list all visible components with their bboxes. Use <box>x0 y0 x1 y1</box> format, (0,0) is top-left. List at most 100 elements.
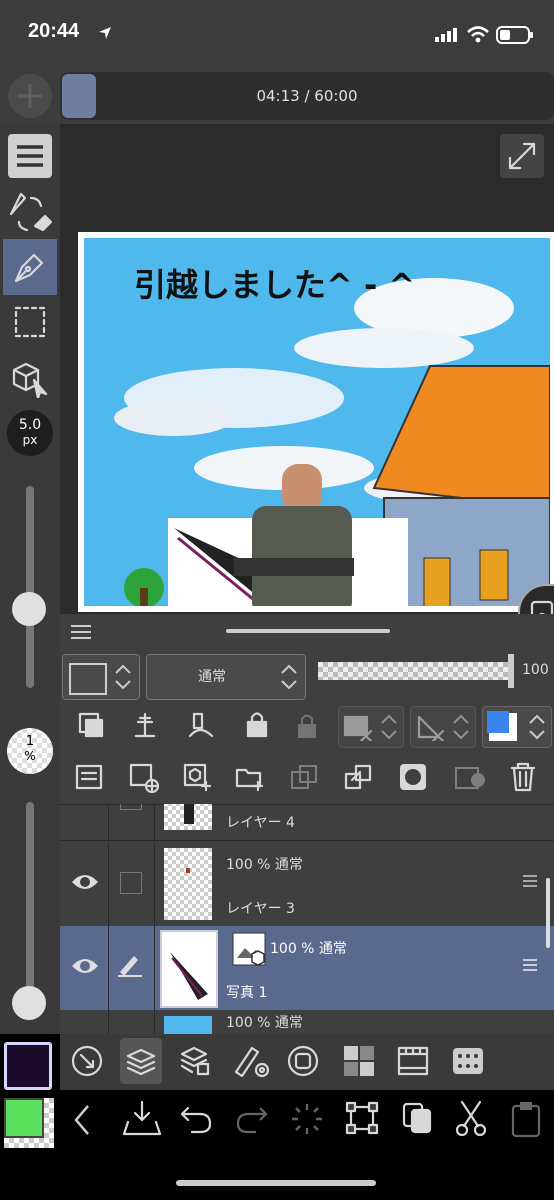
layer-row[interactable]: 100 % 通常 <box>60 1010 554 1034</box>
menu-button[interactable] <box>8 134 52 178</box>
plus-icon <box>18 84 42 108</box>
fullscreen-button[interactable] <box>500 134 544 178</box>
brush-size-value: 5.0 <box>18 417 42 433</box>
pen-eraser-swap-icon <box>9 192 53 232</box>
layer-opacity-slider[interactable] <box>318 662 508 680</box>
undo-icon[interactable] <box>178 1102 214 1136</box>
new-3d-layer-icon[interactable] <box>182 762 214 794</box>
layer-opacity-value: 100 <box>522 662 549 678</box>
transfer-down-icon[interactable] <box>288 762 320 794</box>
color-circle-icon[interactable] <box>286 1044 320 1078</box>
clip-layer-icon[interactable] <box>76 710 106 740</box>
brush-size-slider-thumb[interactable] <box>12 592 46 626</box>
eye-icon[interactable] <box>70 954 100 978</box>
copy-icon[interactable] <box>400 1100 434 1136</box>
pen-tool-button[interactable] <box>3 239 57 295</box>
opacity-unit: % <box>24 749 36 763</box>
expression-color-select[interactable] <box>62 654 140 700</box>
layer-scrollbar[interactable] <box>546 878 550 948</box>
ruler-stepper-icon <box>453 714 469 740</box>
mask-select[interactable] <box>338 706 404 748</box>
layer-panel: 通常 100 レイヤー 4 100 % 通常 レイヤー 3 100 % 通常 写… <box>60 614 554 1034</box>
lock-transparent-icon[interactable] <box>292 710 322 740</box>
draft-layer-icon[interactable] <box>186 710 216 740</box>
brush-size-indicator[interactable]: 5.0 px <box>7 410 53 456</box>
layer-row[interactable]: レイヤー 4 <box>60 804 554 841</box>
eye-icon[interactable] <box>70 870 100 894</box>
layer-name: レイヤー 4 <box>226 815 295 831</box>
pen-edit-icon[interactable] <box>116 950 144 978</box>
wifi-icon <box>467 26 489 43</box>
edit-target-checkbox[interactable] <box>120 872 142 894</box>
battery-icon <box>496 26 533 44</box>
switch-pen-eraser-button[interactable] <box>5 186 55 236</box>
cut-icon[interactable] <box>454 1100 488 1136</box>
paste-icon[interactable] <box>510 1100 542 1138</box>
mask-outside-icon[interactable] <box>454 762 488 794</box>
tool-property-icon[interactable] <box>232 1042 272 1080</box>
3d-operation-button[interactable] <box>8 356 52 400</box>
layer-property-icon[interactable] <box>74 762 104 792</box>
layer-attribute-row <box>60 702 554 748</box>
ruler-icon <box>417 715 445 741</box>
navigator-icon[interactable] <box>70 1044 104 1078</box>
panel-drag-handle[interactable] <box>226 629 390 633</box>
status-bar: 20:44 <box>0 0 554 70</box>
artwork-image[interactable]: 引越しました^ - ^ <box>78 232 554 612</box>
reference-layer-icon[interactable] <box>130 710 160 740</box>
brush-opacity-indicator[interactable]: 1 % <box>7 728 53 774</box>
panel-menu-icon[interactable] <box>70 624 92 640</box>
artwork-caption: 引越しました^ - ^ <box>134 266 416 304</box>
add-button[interactable] <box>8 74 52 118</box>
new-folder-icon[interactable] <box>234 762 266 794</box>
transform-icon[interactable] <box>344 1100 380 1136</box>
thumbnail-art <box>170 952 208 1000</box>
selection-tool-button[interactable] <box>10 302 50 342</box>
merge-down-icon[interactable] <box>342 762 374 794</box>
hamburger-icon <box>17 145 43 167</box>
blend-mode-select[interactable]: 通常 <box>146 654 306 700</box>
brush-size-slider-track[interactable] <box>26 486 34 688</box>
redo-icon[interactable] <box>234 1102 270 1136</box>
layer-name: レイヤー 3 <box>226 901 295 917</box>
layer-panel-header <box>60 614 554 648</box>
timelapse-bar: 04:13 / 60:00 <box>60 72 554 120</box>
layer-info: 100 % 通常 <box>226 857 303 873</box>
layer-mask-icon[interactable] <box>398 762 430 794</box>
layer-name: 写真 1 <box>226 985 268 1001</box>
sub-color-swatch[interactable] <box>4 1098 44 1138</box>
sub-view-icon[interactable] <box>450 1044 486 1078</box>
animation-timeline-icon[interactable] <box>396 1044 430 1078</box>
color-set-icon[interactable] <box>342 1044 376 1078</box>
import-icon[interactable] <box>122 1100 162 1138</box>
lock-icon[interactable] <box>242 708 272 740</box>
layer-row-selected[interactable]: 100 % 通常 写真 1 <box>60 926 554 1010</box>
edit-target-checkbox[interactable] <box>120 804 142 810</box>
layer-row[interactable]: 100 % 通常 レイヤー 3 <box>60 842 554 927</box>
layer-opacity-thumb[interactable] <box>508 654 514 688</box>
main-color-swatch[interactable] <box>4 1042 52 1090</box>
layer-thumbnail <box>164 848 212 920</box>
trash-icon[interactable] <box>508 760 538 794</box>
new-raster-layer-icon[interactable] <box>128 762 160 794</box>
canvas-area[interactable]: 引越しました^ - ^ <box>60 124 554 614</box>
blend-stepper-icon <box>281 664 297 690</box>
brush-size-unit: px <box>22 433 38 447</box>
opacity-value: 1 <box>25 734 35 749</box>
layer-property-palette-icon[interactable] <box>178 1044 212 1078</box>
drag-handle-icon[interactable] <box>522 874 538 888</box>
status-time: 20:44 <box>28 20 80 42</box>
opacity-slider-track[interactable] <box>26 802 34 998</box>
ruler-select[interactable] <box>410 706 476 748</box>
layer-command-row <box>60 750 554 805</box>
drag-handle-icon[interactable] <box>522 958 538 972</box>
mask-icon <box>343 715 373 741</box>
layer-color-select[interactable] <box>482 706 552 748</box>
mask-stepper-icon <box>381 714 397 740</box>
opacity-slider-thumb[interactable] <box>12 986 46 1020</box>
home-indicator <box>176 1180 376 1186</box>
layer-palette-button[interactable] <box>120 1038 162 1084</box>
back-icon[interactable] <box>70 1102 94 1138</box>
layer-thumbnail <box>164 804 212 830</box>
top-bar: 04:13 / 60:00 <box>0 70 554 124</box>
